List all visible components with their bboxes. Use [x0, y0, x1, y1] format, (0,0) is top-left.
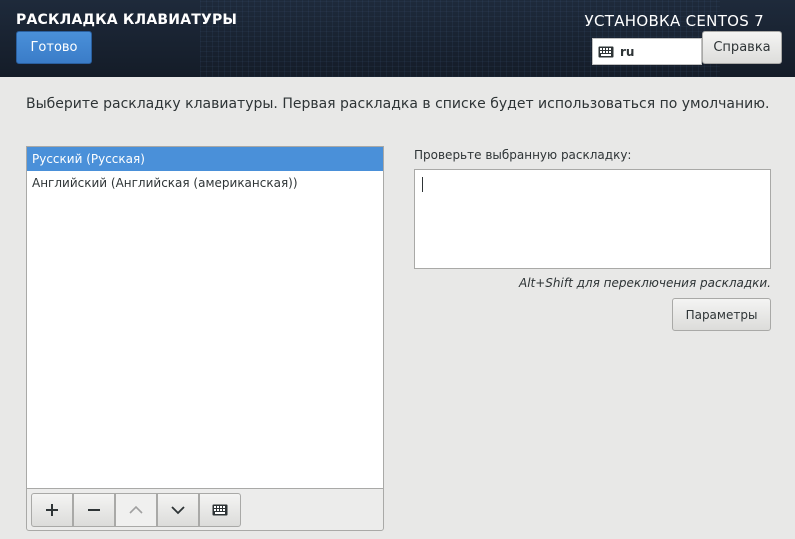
move-down-button[interactable] [157, 493, 199, 527]
layout-list[interactable]: Русский (Русская) Английский (Английская… [26, 146, 384, 488]
chevron-up-icon [129, 505, 143, 514]
list-item[interactable]: Английский (Английская (американская)) [27, 171, 383, 195]
move-up-button[interactable] [115, 493, 157, 527]
list-item[interactable]: Русский (Русская) [27, 147, 383, 171]
remove-layout-button[interactable] [73, 493, 115, 527]
keyboard-icon [598, 46, 614, 57]
page-title: РАСКЛАДКА КЛАВИАТУРЫ [16, 12, 238, 28]
instructions-text: Выберите раскладку клавиатуры. Первая ра… [26, 96, 770, 112]
preview-layout-button[interactable] [199, 493, 241, 527]
options-button[interactable]: Параметры [672, 298, 771, 331]
layout-switch-hint: Alt+Shift для переключения раскладки. [519, 276, 771, 290]
layout-list-toolbar [26, 488, 384, 531]
product-title: УСТАНОВКА CENTOS 7 [584, 12, 764, 30]
help-button[interactable]: Справка [702, 31, 782, 64]
text-caret [422, 177, 423, 192]
layout-code: ru [620, 44, 635, 59]
test-layout-field[interactable] [414, 169, 771, 269]
plus-icon [46, 504, 58, 516]
add-layout-button[interactable] [31, 493, 73, 527]
chevron-down-icon [171, 506, 185, 515]
test-layout-label: Проверьте выбранную раскладку: [414, 148, 632, 162]
keyboard-icon [212, 504, 228, 516]
header-bar: РАСКЛАДКА КЛАВИАТУРЫ Готово УСТАНОВКА CE… [0, 0, 795, 77]
done-button[interactable]: Готово [16, 31, 92, 64]
keyboard-layout-indicator[interactable]: ru [592, 38, 702, 65]
minus-icon [88, 509, 100, 511]
